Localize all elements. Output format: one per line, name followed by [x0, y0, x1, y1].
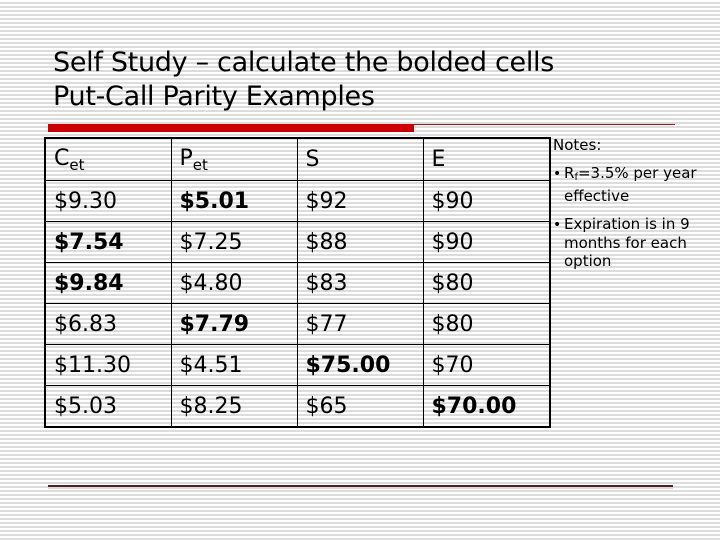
table-header-row: Cet Pet S E [44, 137, 551, 181]
cell-stock: $88 [296, 221, 424, 263]
cell-call: $9.84 [44, 262, 172, 304]
cell-exercise: $70.00 [422, 385, 551, 428]
cell-call: $5.03 [44, 385, 172, 428]
header-put-sub: et [192, 155, 208, 174]
cell-exercise: $90 [422, 180, 551, 222]
cell-stock: $75.00 [296, 344, 424, 386]
cell-put: $7.79 [170, 303, 298, 345]
cell-stock: $65 [296, 385, 424, 428]
header-call-sub: et [69, 155, 85, 174]
title-accent-rule [414, 124, 675, 125]
cell-stock: $77 [296, 303, 424, 345]
put-call-parity-table: Cet Pet S E $9.30 $5.01 $92 $90 $7.54 $7.25 $8… [44, 137, 551, 428]
cell-put: $7.25 [170, 221, 298, 263]
bullet-icon: • [553, 166, 562, 182]
cell-put: $8.25 [170, 385, 298, 428]
cell-exercise: $80 [422, 303, 551, 345]
table-row: $6.83 $7.79 $77 $80 [44, 303, 551, 345]
cell-exercise: $80 [422, 262, 551, 304]
title-line-1: Self Study – calculate the bolded cells [53, 47, 554, 78]
title-line-2: Put-Call Parity Examples [53, 81, 375, 112]
cell-exercise: $90 [422, 221, 551, 263]
table-row: $9.84 $4.80 $83 $80 [44, 262, 551, 304]
cell-stock: $92 [296, 180, 424, 222]
header-put: Pet [170, 137, 298, 181]
note-item-expiration: • Expiration is in 9 months for each opti… [553, 215, 718, 270]
header-stock: S [296, 137, 424, 181]
cell-call: $11.30 [44, 344, 172, 386]
note-rate-text: =3.5% per year effective [564, 164, 697, 205]
cell-put: $5.01 [170, 180, 298, 222]
table-row: $9.30 $5.01 $92 $90 [44, 180, 551, 222]
note-rate-prefix: R [564, 164, 575, 182]
cell-stock: $83 [296, 262, 424, 304]
cell-call: $6.83 [44, 303, 172, 345]
cell-call: $9.30 [44, 180, 172, 222]
cell-call: $7.54 [44, 221, 172, 263]
bullet-icon: • [553, 217, 562, 233]
footer-divider [48, 485, 673, 487]
note-item-rate: • Rf=3.5% per year effective [553, 164, 718, 205]
note-expiration-text: Expiration is in 9 months for each optio… [564, 215, 690, 270]
header-call: Cet [44, 137, 172, 181]
header-exercise: E [422, 137, 551, 181]
table-row: $5.03 $8.25 $65 $70.00 [44, 385, 551, 428]
cell-put: $4.80 [170, 262, 298, 304]
header-call-main: C [54, 145, 70, 171]
cell-exercise: $70 [422, 344, 551, 386]
cell-put: $4.51 [170, 344, 298, 386]
table-row: $11.30 $4.51 $75.00 $70 [44, 344, 551, 386]
notes-heading: Notes: [553, 136, 602, 154]
title-accent-bar [48, 124, 414, 132]
slide-title: Self Study – calculate the bolded cells … [53, 46, 554, 114]
header-exercise-main: E [431, 147, 446, 172]
header-stock-main: S [305, 147, 320, 172]
table-row: $7.54 $7.25 $88 $90 [44, 221, 551, 263]
notes-panel: Notes: • Rf=3.5% per year effective • Expi… [553, 136, 718, 280]
header-put-main: P [179, 145, 193, 171]
